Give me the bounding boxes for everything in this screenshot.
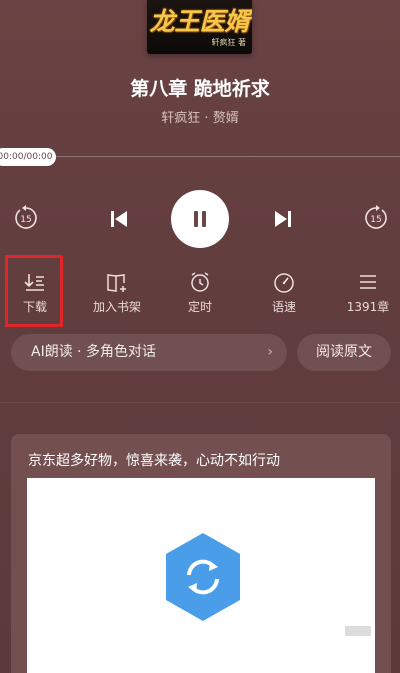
ad-card[interactable]: 京东超多好物，惊喜来袭，心动不如行动 <box>11 434 391 673</box>
ai-reading-label: AI朗读 · 多角色对话 <box>31 344 157 360</box>
speed-button[interactable]: 语速 <box>248 264 320 320</box>
next-chapter-button[interactable] <box>270 206 296 232</box>
ad-text: 京东超多好物，惊喜来袭，心动不如行动 <box>28 453 280 469</box>
add-to-bookshelf-label: 加入书架 <box>92 300 141 314</box>
book-cover[interactable]: 龙王医婿 轩疯狂 著 <box>147 0 252 54</box>
skip-back-label: 15 <box>20 215 31 225</box>
download-highlight-box <box>5 255 63 327</box>
skip-next-icon <box>275 211 291 227</box>
previous-chapter-button[interactable] <box>106 206 132 232</box>
cover-author: 轩疯狂 著 <box>211 38 246 47</box>
skip-forward-15-button[interactable]: 15 <box>362 204 390 232</box>
ad-image[interactable] <box>27 478 375 673</box>
refresh-loading-icon <box>166 533 240 621</box>
chapter-list-icon <box>360 275 376 289</box>
cover-title: 龙王医婿 <box>149 7 250 36</box>
section-divider <box>0 402 400 403</box>
progress-track[interactable] <box>0 156 400 157</box>
ai-reading-multi-role-button[interactable]: AI朗读 · 多角色对话 › <box>11 334 287 371</box>
ad-watermark <box>345 626 371 636</box>
speed-icon <box>274 273 294 293</box>
bookshelf-add-icon <box>107 274 126 292</box>
forward-15-icon: 15 <box>365 205 387 229</box>
book-meta: 轩疯狂 · 赘婿 <box>161 111 239 126</box>
audio-player-screen: 龙王医婿 轩疯狂 著 第八章 跪地祈求 轩疯狂 · 赘婿 00:00/00:00… <box>0 0 400 673</box>
chapter-title: 第八章 跪地祈求 <box>130 78 270 100</box>
rewind-15-icon: 15 <box>15 205 37 229</box>
skip-forward-label: 15 <box>370 215 381 225</box>
timer-label: 定时 <box>187 300 212 314</box>
read-original-button[interactable]: 阅读原文 <box>297 334 391 371</box>
timer-button[interactable]: 定时 <box>164 264 236 320</box>
chevron-right-icon: › <box>267 344 273 360</box>
chapter-list-label: 1391章 <box>346 300 390 314</box>
pause-icon <box>194 211 206 227</box>
alarm-clock-icon <box>191 272 209 292</box>
add-to-bookshelf-button[interactable]: 加入书架 <box>81 264 153 320</box>
progress-thumb-time[interactable]: 00:00/00:00 <box>0 148 56 166</box>
speed-label: 语速 <box>271 300 296 314</box>
skip-back-15-button[interactable]: 15 <box>12 204 40 232</box>
skip-previous-icon <box>111 211 127 227</box>
chapter-list-button[interactable]: 1391章 <box>332 264 400 320</box>
play-pause-button[interactable] <box>171 190 229 248</box>
